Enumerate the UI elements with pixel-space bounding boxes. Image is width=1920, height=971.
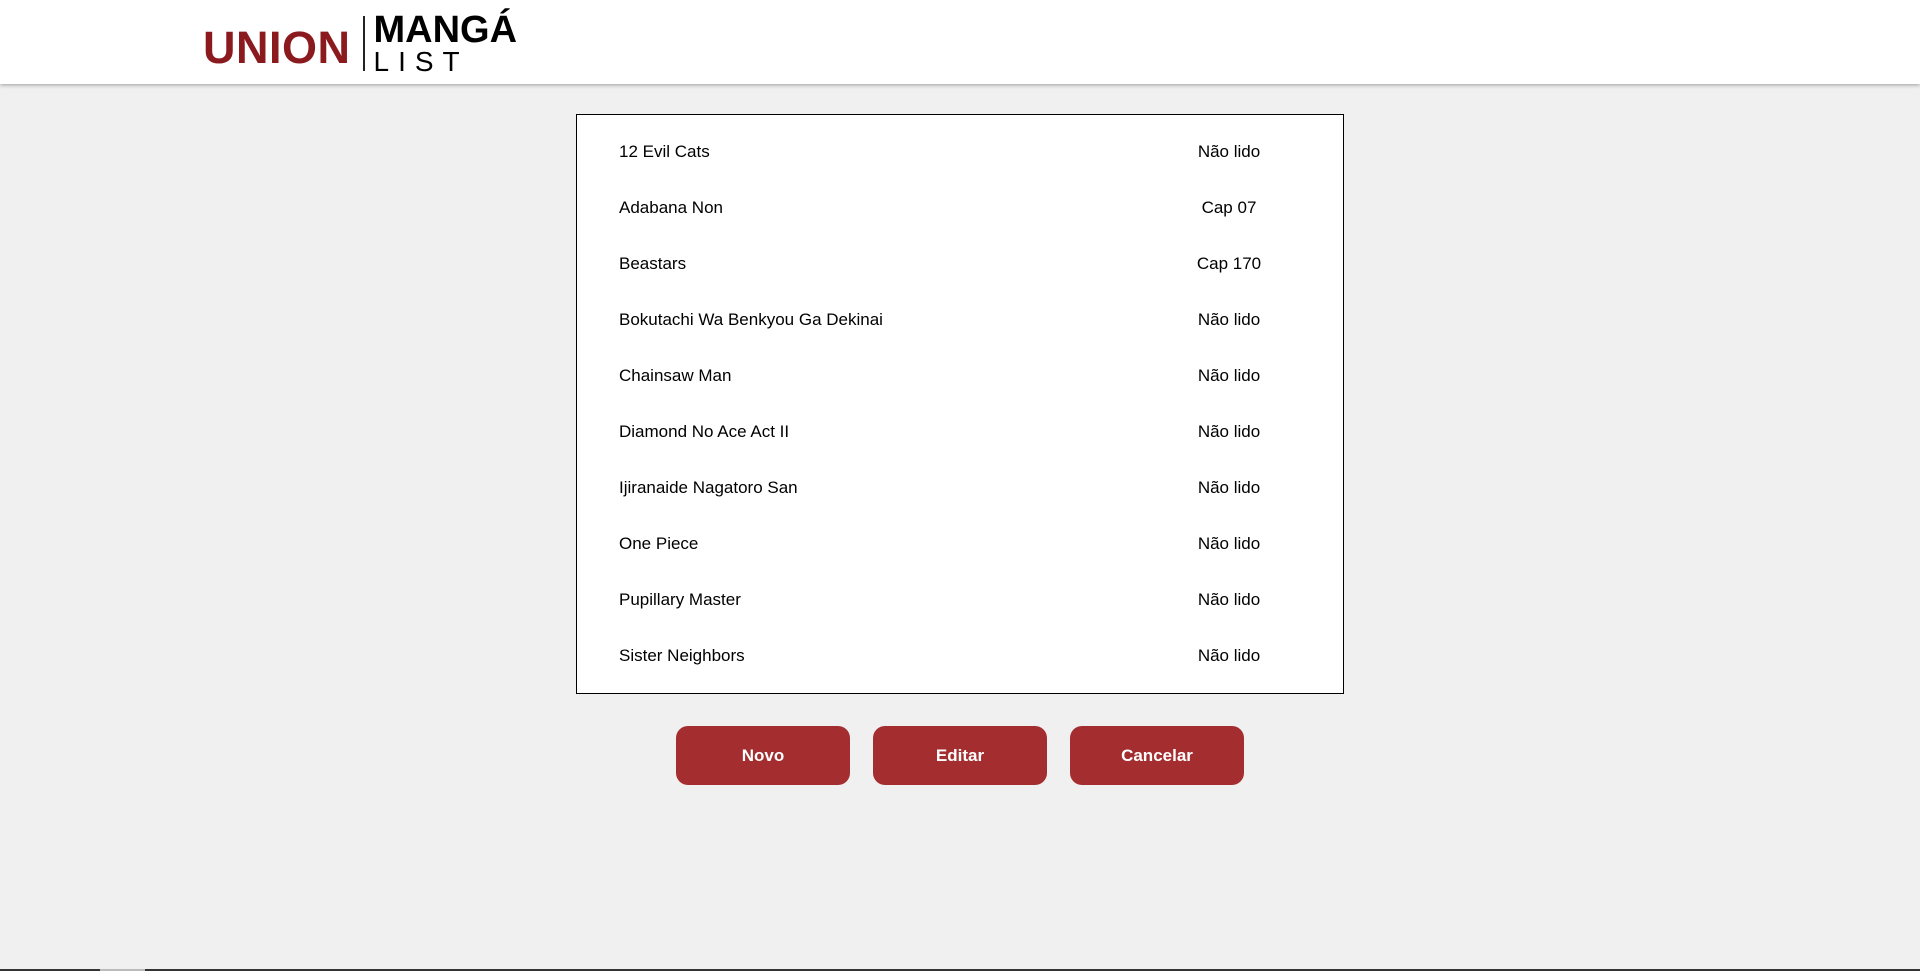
logo-list-text: LIST — [373, 45, 469, 77]
list-item[interactable]: Ijiranaide Nagatoro San Não lido — [619, 475, 1269, 501]
manga-title: Beastars — [619, 254, 687, 273]
manga-status: Cap 07 — [1201, 198, 1257, 217]
logo-manga-list: MANGÁ LIST — [374, 11, 518, 76]
list-item[interactable]: Adabana Non Cap 07 — [619, 195, 1269, 221]
manga-status: Não lido — [1197, 534, 1261, 553]
novo-button[interactable]: Novo — [676, 726, 850, 785]
logo[interactable]: UNION MANGÁ LIST — [203, 10, 517, 76]
manga-status: Não lido — [1197, 422, 1261, 441]
list-item[interactable]: One Piece Não lido — [619, 531, 1269, 557]
manga-title: Chainsaw Man — [619, 366, 732, 385]
list-item[interactable]: Pupillary Master Não lido — [619, 587, 1269, 613]
list-item[interactable]: Diamond No Ace Act II Não lido — [619, 419, 1269, 445]
list-item[interactable]: 12 Evil Cats Não lido — [619, 139, 1269, 165]
manga-title: 12 Evil Cats — [619, 142, 710, 161]
manga-status: Não lido — [1197, 142, 1261, 161]
list-item[interactable]: Beastars Cap 170 — [619, 251, 1269, 277]
manga-status: Cap 170 — [1196, 254, 1262, 273]
header: UNION MANGÁ LIST — [0, 0, 1920, 84]
manga-title: Diamond No Ace Act II — [619, 422, 790, 441]
logo-union-text: UNION — [203, 21, 351, 73]
manga-title: Sister Neighbors — [619, 646, 745, 665]
list-item[interactable]: Sister Neighbors Não lido — [619, 643, 1269, 669]
manga-title: One Piece — [619, 534, 699, 553]
manga-status: Não lido — [1197, 478, 1261, 497]
logo-manga-text: MANGÁ — [373, 8, 518, 51]
list-item[interactable]: Bokutachi Wa Benkyou Ga Dekinai Não lido — [619, 307, 1269, 333]
manga-list: 12 Evil Cats Não lido Adabana Non Cap 07 Bea… — [576, 114, 1344, 694]
manga-status: Não lido — [1197, 366, 1261, 385]
cancelar-button[interactable]: Cancelar — [1070, 726, 1244, 785]
manga-title: Adabana Non — [619, 198, 723, 217]
manga-status: Não lido — [1197, 310, 1261, 329]
manga-status: Não lido — [1197, 590, 1261, 609]
list-item[interactable]: Chainsaw Man Não lido — [619, 363, 1269, 389]
editar-button[interactable]: Editar — [873, 726, 1047, 785]
manga-title: Pupillary Master — [619, 590, 741, 609]
manga-title: Bokutachi Wa Benkyou Ga Dekinai — [619, 310, 883, 329]
manga-status: Não lido — [1197, 646, 1261, 665]
logo-divider — [362, 15, 365, 71]
manga-title: Ijiranaide Nagatoro San — [619, 478, 798, 497]
